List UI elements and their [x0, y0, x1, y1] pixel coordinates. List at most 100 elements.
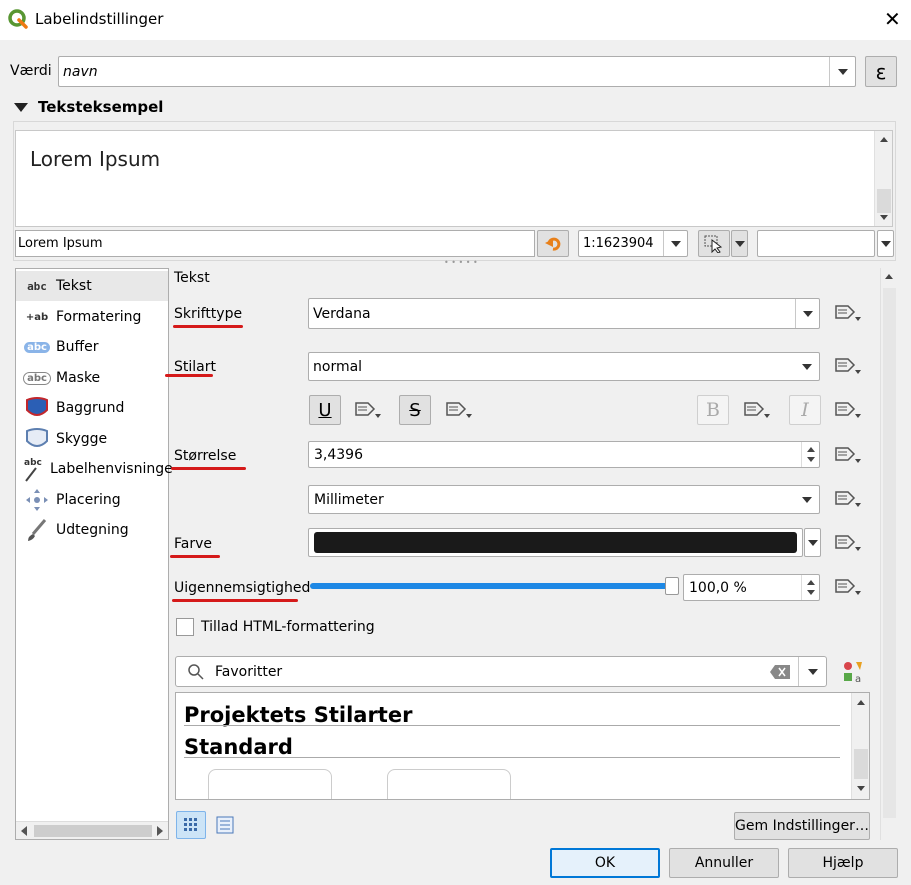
- map-canvas-scale-button[interactable]: [698, 230, 730, 257]
- list-view-button[interactable]: [213, 813, 237, 837]
- collapse-triangle-icon[interactable]: [14, 101, 28, 113]
- help-button[interactable]: Hjælp: [788, 848, 898, 878]
- style-group-heading: Projektets Stilarter: [184, 703, 413, 727]
- annotation-underline: [173, 325, 243, 328]
- color-button[interactable]: [308, 528, 803, 557]
- bold-button[interactable]: B: [697, 395, 729, 425]
- italic-button[interactable]: I: [789, 395, 821, 425]
- sidebar-item-buffer[interactable]: abc Buffer: [16, 332, 168, 362]
- chevron-down-icon[interactable]: [731, 230, 748, 257]
- annotation-underline: [172, 599, 298, 602]
- qgis-logo-icon: [8, 9, 28, 29]
- chevron-down-icon[interactable]: [829, 57, 855, 86]
- chevron-down-icon[interactable]: [795, 299, 819, 328]
- sidebar-item-labelhenvisninger[interactable]: abc Labelhenvisninge: [16, 454, 173, 484]
- style-label: Stilart: [174, 359, 216, 375]
- panel-scrollbar[interactable]: [880, 268, 897, 840]
- scroll-right-icon[interactable]: [156, 826, 164, 836]
- preview-scrollbar[interactable]: [874, 131, 892, 226]
- sidebar-item-placering[interactable]: Placering: [16, 485, 168, 515]
- data-defined-override-icon[interactable]: [832, 484, 862, 514]
- sidebar-item-label: Buffer: [56, 339, 99, 355]
- style-swatch[interactable]: [387, 769, 511, 799]
- size-label: Størrelse: [174, 448, 237, 464]
- cancel-button[interactable]: Annuller: [669, 848, 779, 878]
- style-search-input[interactable]: Favoritter: [175, 656, 827, 687]
- sidebar-item-label: Skygge: [56, 431, 108, 447]
- font-value: Verdana: [313, 306, 371, 322]
- sidebar-item-baggrund[interactable]: Baggrund: [16, 393, 168, 423]
- spin-buttons[interactable]: [801, 575, 819, 600]
- chevron-down-icon[interactable]: [795, 486, 819, 513]
- bold-icon: B: [706, 399, 720, 421]
- underline-button[interactable]: U: [309, 395, 341, 425]
- sidebar: abc Tekst +ab Formatering abc Buffer abc…: [15, 268, 173, 840]
- close-icon[interactable]: ✕: [884, 7, 901, 31]
- sidebar-item-maske[interactable]: abc Maske: [16, 363, 168, 393]
- chevron-down-icon[interactable]: [795, 353, 819, 380]
- sample-text-input[interactable]: Lorem Ipsum: [15, 230, 535, 257]
- data-defined-override-icon[interactable]: [832, 351, 862, 381]
- font-label: Skrifttype: [174, 306, 243, 322]
- data-defined-override-icon[interactable]: [832, 298, 862, 328]
- data-defined-override-icon[interactable]: [352, 395, 382, 425]
- annotation-underline: [165, 374, 213, 377]
- scroll-thumb[interactable]: [34, 825, 152, 837]
- opacity-value: 100,0 %: [689, 580, 747, 596]
- save-settings-label: Gem Indstillinger…: [735, 818, 869, 834]
- splitter-handle[interactable]: • • • • •: [444, 258, 478, 267]
- sidebar-hscrollbar[interactable]: [16, 821, 168, 839]
- color-label: Farve: [174, 536, 213, 552]
- style-value: normal: [313, 359, 363, 375]
- icon-view-button[interactable]: [176, 811, 206, 839]
- reset-sample-button[interactable]: [537, 230, 569, 257]
- background-color-field[interactable]: [757, 230, 875, 257]
- scroll-left-icon[interactable]: [20, 826, 28, 836]
- scroll-thumb[interactable]: [854, 749, 868, 779]
- value-field[interactable]: navn: [58, 56, 856, 87]
- scroll-thumb[interactable]: [877, 189, 891, 213]
- chevron-down-icon[interactable]: [663, 231, 687, 256]
- data-defined-override-icon[interactable]: [832, 528, 862, 558]
- opacity-slider-track[interactable]: [310, 583, 672, 589]
- window-title: Labelindstillinger: [35, 10, 164, 28]
- html-formatting-label: Tillad HTML-formattering: [201, 619, 375, 635]
- data-defined-override-icon[interactable]: [832, 440, 862, 470]
- opacity-slider-handle[interactable]: [665, 577, 679, 595]
- chevron-down-icon[interactable]: [877, 230, 894, 257]
- style-manager-icon[interactable]: a: [842, 660, 866, 685]
- size-spinbox[interactable]: 3,4396: [308, 441, 820, 468]
- placement-icon: [22, 488, 52, 512]
- ok-button[interactable]: OK: [550, 848, 660, 878]
- unit-combo[interactable]: Millimeter: [308, 485, 820, 514]
- spin-buttons[interactable]: [801, 442, 819, 467]
- data-defined-override-icon[interactable]: [832, 395, 862, 425]
- scale-combo[interactable]: 1:1623904: [578, 230, 688, 257]
- chevron-down-icon[interactable]: [804, 528, 821, 557]
- sidebar-item-tekst[interactable]: abc Tekst: [16, 271, 168, 301]
- select-cursor-icon: [704, 235, 723, 253]
- style-list-scrollbar[interactable]: [851, 693, 869, 799]
- expression-button[interactable]: ε: [865, 56, 897, 87]
- sidebar-item-formatering[interactable]: +ab Formatering: [16, 302, 168, 332]
- value-field-text: navn: [63, 64, 98, 80]
- sidebar-item-skygge[interactable]: Skygge: [16, 424, 168, 454]
- callout-icon: abc: [22, 457, 46, 482]
- data-defined-override-icon[interactable]: [443, 395, 473, 425]
- sample-text-value: Lorem Ipsum: [18, 236, 103, 251]
- style-combo[interactable]: normal: [308, 352, 820, 381]
- clear-input-icon[interactable]: [770, 665, 790, 679]
- strikethrough-button[interactable]: S: [399, 395, 431, 425]
- chevron-down-icon[interactable]: [798, 657, 826, 686]
- font-combo[interactable]: Verdana: [308, 298, 820, 329]
- html-formatting-checkbox[interactable]: [176, 618, 194, 636]
- data-defined-override-icon[interactable]: [832, 572, 862, 602]
- opacity-spinbox[interactable]: 100,0 %: [683, 574, 820, 601]
- sidebar-item-udtegning[interactable]: Udtegning: [16, 515, 168, 545]
- style-swatch[interactable]: [208, 769, 332, 799]
- data-defined-override-icon[interactable]: [741, 395, 771, 425]
- opacity-slider-fill: [310, 583, 672, 589]
- scroll-thumb[interactable]: [883, 288, 896, 818]
- list-icon: [216, 816, 234, 834]
- save-settings-button[interactable]: Gem Indstillinger…: [734, 812, 870, 840]
